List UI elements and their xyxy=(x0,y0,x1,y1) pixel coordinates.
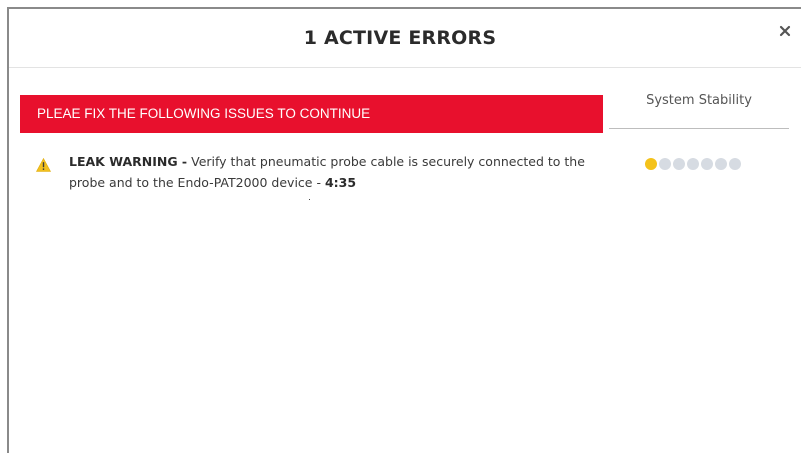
error-banner: PLEAE FIX THE FOLLOWING ISSUES TO CONTIN… xyxy=(20,95,603,133)
error-message: LEAK WARNING - Verify that pneumatic pro… xyxy=(69,151,599,193)
error-time: 4:35 xyxy=(324,175,357,190)
stability-dot xyxy=(701,158,713,170)
stability-dot xyxy=(715,158,727,170)
stability-dot xyxy=(729,158,741,170)
error-title: LEAK WARNING - xyxy=(69,154,188,169)
warning-icon xyxy=(35,157,52,172)
close-icon[interactable] xyxy=(777,23,793,39)
stability-dot xyxy=(687,158,699,170)
stray-pixel xyxy=(309,199,310,200)
stability-dot xyxy=(645,158,657,170)
errors-modal: 1 ACTIVE ERRORS PLEAE FIX THE FOLLOWING … xyxy=(9,9,801,453)
modal-header: 1 ACTIVE ERRORS xyxy=(9,9,801,68)
stability-dot xyxy=(673,158,685,170)
stability-divider xyxy=(609,128,789,129)
system-stability-label: System Stability xyxy=(609,93,789,129)
app-window: 1 ACTIVE ERRORS PLEAE FIX THE FOLLOWING … xyxy=(0,0,801,453)
stability-dot xyxy=(659,158,671,170)
stability-indicator xyxy=(645,158,741,170)
modal-title: 1 ACTIVE ERRORS xyxy=(303,27,497,49)
system-stability-text: System Stability xyxy=(646,93,752,108)
